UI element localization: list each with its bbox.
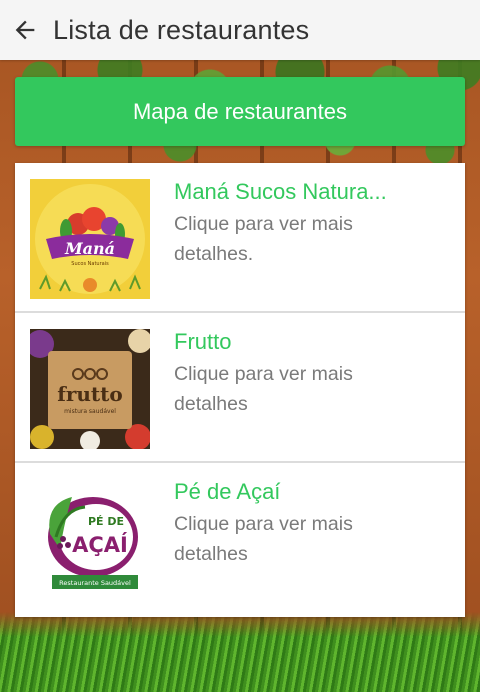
arrow-left-icon[interactable] [0,0,50,60]
logo-subtext: mistura saudável [64,408,116,415]
restaurant-description: Clique para ver mais detalhes. [174,213,353,265]
logo-small-text: PÉ DE [88,515,124,528]
restaurant-list: Maná Sucos Naturais Maná Sucos Natura...… [15,163,465,617]
restaurant-name: Frutto [174,329,232,354]
logo-text: frutto [57,382,123,406]
list-item-restaurant[interactable]: PÉ DE AÇAÍ Restaurante Saudável Pé de Aç… [15,463,465,617]
restaurant-logo: Maná Sucos Naturais [30,179,150,299]
map-restaurants-button[interactable]: Mapa de restaurantes [15,77,465,146]
restaurant-logo: PÉ DE AÇAÍ Restaurante Saudável [30,479,150,599]
list-item-restaurant[interactable]: frutto mistura saudável Frutto Clique pa… [15,313,465,463]
logo-text: AÇAÍ [72,532,128,557]
app-bar: Lista de restaurantes [0,0,480,60]
restaurant-description: Clique para ver mais detalhes [174,513,353,565]
background-grass [0,612,480,692]
restaurant-name: Pé de Açaí [174,479,281,504]
list-item-restaurant[interactable]: Maná Sucos Naturais Maná Sucos Natura...… [15,163,465,313]
logo-subtext: Sucos Naturais [71,261,109,267]
page-title: Lista de restaurantes [53,14,310,45]
restaurant-description: Clique para ver mais detalhes [174,363,353,415]
logo-subtext: Restaurante Saudável [59,579,131,587]
restaurant-name: Maná Sucos Natura... [174,179,387,204]
logo-text: Maná [64,239,115,258]
restaurant-logo: frutto mistura saudável [30,329,150,449]
